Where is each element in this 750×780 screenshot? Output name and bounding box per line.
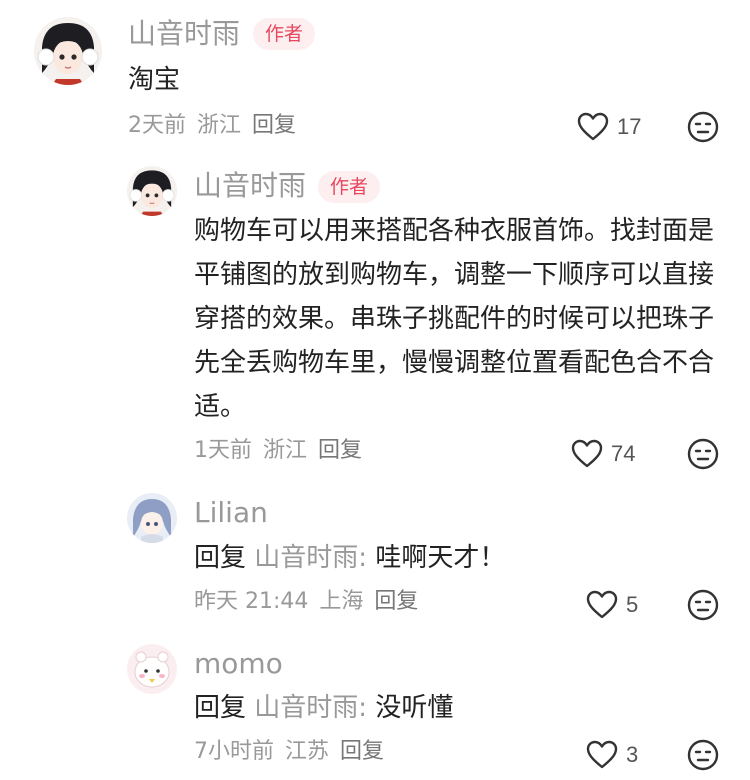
dislike-button[interactable] xyxy=(686,738,720,772)
avatar[interactable] xyxy=(34,17,102,85)
comment-location: 上海 xyxy=(319,589,364,614)
comment-time: 7小时前 xyxy=(194,739,274,764)
like-button[interactable]: 5 xyxy=(586,585,638,625)
like-button[interactable]: 3 xyxy=(586,735,638,775)
username[interactable]: 山音时雨 xyxy=(128,17,240,51)
like-count: 5 xyxy=(626,592,639,617)
heart-icon xyxy=(571,439,603,468)
comment-time: 昨天 21:44 xyxy=(194,589,309,614)
username[interactable]: momo xyxy=(194,647,283,681)
author-badge: 作者 xyxy=(318,171,381,203)
comment-4: momo 回复 山音时雨: 没听懂 7小时前 江苏 回复 3 xyxy=(0,630,750,780)
like-count: 17 xyxy=(617,114,642,139)
comment-location: 浙江 xyxy=(263,438,308,463)
comment-meta: 2天前 浙江 回复 xyxy=(128,111,300,141)
like-button[interactable]: 17 xyxy=(577,107,641,147)
reply-prefix: 回复 xyxy=(194,693,247,723)
comment-meta: 1天前 浙江 回复 xyxy=(194,436,366,466)
comment-2: 山音时雨 作者 购物车可以用来搭配各种衣服首饰。找封面是平铺图的放到购物车，调整… xyxy=(0,160,750,480)
comment-time: 2天前 xyxy=(128,113,186,138)
comment-text: 回复 山音时雨: 哇啊天才！ xyxy=(194,536,714,580)
avatar[interactable] xyxy=(127,644,177,694)
reply-prefix: 回复 xyxy=(194,543,247,573)
heart-icon xyxy=(586,740,618,769)
reply-text: 哇啊天才！ xyxy=(375,543,506,573)
dislike-button[interactable] xyxy=(686,588,720,622)
avatar[interactable] xyxy=(127,493,177,543)
author-badge: 作者 xyxy=(253,18,316,50)
like-count: 3 xyxy=(626,742,639,767)
comment-location: 江苏 xyxy=(285,739,330,764)
reply-target-username[interactable]: 山音时雨: xyxy=(254,543,367,573)
comment-text: 购物车可以用来搭配各种衣服首饰。找封面是平铺图的放到购物车，调整一下顺序可以直接… xyxy=(194,216,715,422)
dislike-button[interactable] xyxy=(686,110,720,144)
neutral-face-icon xyxy=(687,739,719,771)
comment-3: Lilian 回复 山音时雨: 哇啊天才！ 昨天 21:44 上海 回复 5 xyxy=(0,480,750,630)
comment-meta: 7小时前 江苏 回复 xyxy=(194,737,388,767)
heart-icon xyxy=(586,590,618,619)
neutral-face-icon xyxy=(687,438,719,470)
comment-text: 淘宝 xyxy=(128,65,181,95)
comment-text: 回复 山音时雨: 没听懂 xyxy=(194,686,714,730)
reply-button[interactable]: 回复 xyxy=(252,113,296,138)
neutral-face-icon xyxy=(687,111,719,143)
username[interactable]: 山音时雨 xyxy=(194,169,306,203)
username[interactable]: Lilian xyxy=(194,496,268,530)
reply-target-username[interactable]: 山音时雨: xyxy=(254,693,367,723)
reply-text: 没听懂 xyxy=(375,693,454,723)
comment-time: 1天前 xyxy=(194,438,252,463)
dislike-button[interactable] xyxy=(686,437,720,471)
reply-button[interactable]: 回复 xyxy=(374,589,418,614)
reply-button[interactable]: 回复 xyxy=(340,739,384,764)
like-button[interactable]: 74 xyxy=(571,434,635,474)
avatar[interactable] xyxy=(127,166,177,216)
comment-meta: 昨天 21:44 上海 回复 xyxy=(194,587,422,617)
neutral-face-icon xyxy=(687,589,719,621)
comment-1: 山音时雨 作者 淘宝 2天前 浙江 回复 17 xyxy=(0,0,750,160)
reply-button[interactable]: 回复 xyxy=(318,438,362,463)
like-count: 74 xyxy=(611,441,636,466)
comment-location: 浙江 xyxy=(197,113,242,138)
heart-icon xyxy=(577,112,609,141)
